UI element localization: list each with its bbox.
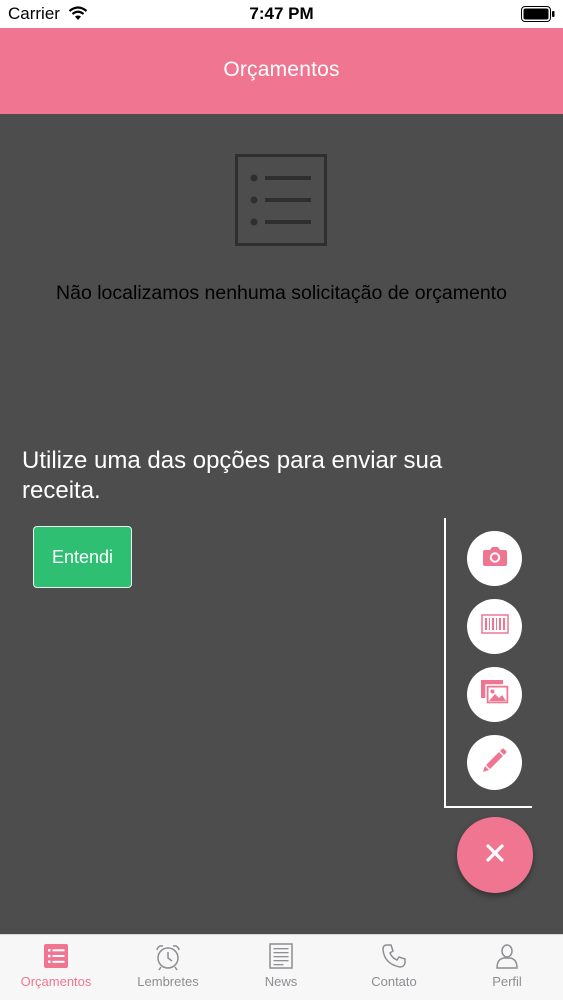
tab-label: Lembretes <box>137 974 199 989</box>
empty-state-message: Não localizamos nenhuma solicitação de o… <box>56 282 507 304</box>
write-button[interactable] <box>467 735 522 790</box>
fab-guide-line-horizontal <box>444 806 532 808</box>
tab-orcamentos[interactable]: Orçamentos <box>0 935 112 1001</box>
alarm-clock-icon <box>154 943 182 971</box>
navigation-bar: Orçamentos <box>0 28 563 114</box>
understood-button[interactable]: Entendi <box>33 526 132 588</box>
tab-lembretes[interactable]: Lembretes <box>112 935 224 1001</box>
gallery-button[interactable] <box>467 667 522 722</box>
page-title: Orçamentos <box>223 57 340 81</box>
user-icon <box>494 943 520 971</box>
barcode-button[interactable] <box>467 599 522 654</box>
tab-perfil[interactable]: Perfil <box>451 935 563 1001</box>
tab-contato[interactable]: Contato <box>338 935 450 1001</box>
tab-label: News <box>264 974 298 989</box>
tutorial-hint: Utilize uma das opções para enviar sua r… <box>22 447 443 504</box>
camera-icon <box>482 545 508 572</box>
news-icon <box>268 943 294 971</box>
tab-bar: Orçamentos Lembretes News Contato Perfil <box>0 934 563 1000</box>
gallery-icon <box>480 679 510 710</box>
main-content: Não localizamos nenhuma solicitação de o… <box>0 114 563 934</box>
battery-icon <box>521 6 555 27</box>
camera-button[interactable] <box>467 531 522 586</box>
fab-guide-line-vertical <box>444 518 446 808</box>
empty-list-icon <box>235 154 327 251</box>
tab-news[interactable]: News <box>225 935 337 1001</box>
list-icon <box>43 943 69 971</box>
tab-label: Perfil <box>492 974 522 989</box>
barcode-icon <box>480 614 509 639</box>
close-icon <box>485 843 505 868</box>
tab-label: Orçamentos <box>20 974 92 989</box>
close-fab-button[interactable] <box>457 817 533 893</box>
phone-icon <box>381 943 407 971</box>
status-time: 7:47 PM <box>249 4 314 23</box>
tab-label: Contato <box>371 974 417 989</box>
pencil-icon <box>482 747 508 778</box>
status-bar: Carrier 7:47 PM <box>0 0 563 28</box>
